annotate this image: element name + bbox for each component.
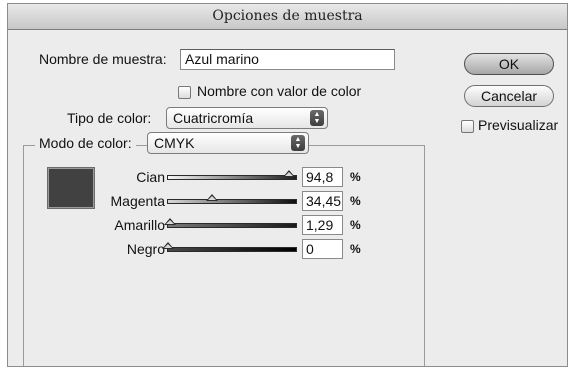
color-type-value: Cuatricromía (173, 110, 254, 126)
cyan-percent-unit: % (350, 170, 361, 184)
black-slider[interactable] (162, 242, 297, 252)
swatch-name-label: Nombre de muestra: (39, 51, 167, 67)
magenta-value-input[interactable]: 34,45 (302, 191, 343, 211)
cancel-button[interactable]: Cancelar (464, 85, 554, 107)
ok-button[interactable]: OK (464, 53, 554, 75)
cyan-slider[interactable] (167, 170, 297, 180)
yellow-value-input[interactable]: 1,29 (302, 215, 343, 235)
magenta-slider[interactable] (167, 194, 297, 204)
magenta-label: Magenta (110, 193, 165, 209)
black-percent-unit: % (350, 242, 361, 256)
cyan-value-input[interactable]: 94,8 (302, 167, 343, 187)
name-with-color-value-label: Nombre con valor de color (197, 83, 362, 99)
color-mode-select[interactable]: CMYK ▲ ▼ (147, 132, 309, 154)
color-type-label: Tipo de color: (67, 110, 152, 126)
yellow-percent-unit: % (350, 218, 361, 232)
black-slider-thumb[interactable] (162, 242, 174, 249)
select-arrows-icon: ▲ ▼ (291, 135, 305, 151)
preview-checkbox[interactable] (461, 120, 474, 133)
black-value-input[interactable]: 0 (302, 239, 343, 259)
name-with-color-value-checkbox[interactable] (178, 86, 191, 99)
select-arrows-icon: ▲ ▼ (310, 110, 324, 126)
yellow-label: Amarillo (114, 217, 165, 233)
cyan-slider-thumb[interactable] (283, 170, 295, 177)
magenta-percent-unit: % (350, 194, 361, 208)
magenta-slider-thumb[interactable] (206, 194, 218, 201)
swatch-name-input[interactable]: Azul marino (180, 49, 395, 70)
preview-label: Previsualizar (478, 117, 559, 133)
yellow-slider-thumb[interactable] (164, 218, 176, 225)
cyan-label: Cian (136, 169, 165, 185)
color-swatch-preview (47, 167, 95, 209)
black-label: Negro (126, 241, 165, 257)
color-mode-label: Modo de color: (35, 135, 136, 151)
swatch-options-dialog: Opciones de muestra Nombre de muestra: A… (7, 3, 568, 367)
color-mode-value: CMYK (154, 135, 195, 151)
color-type-select[interactable]: Cuatricromía ▲ ▼ (166, 107, 328, 129)
dialog-title: Opciones de muestra (8, 4, 567, 30)
yellow-slider[interactable] (164, 218, 297, 228)
